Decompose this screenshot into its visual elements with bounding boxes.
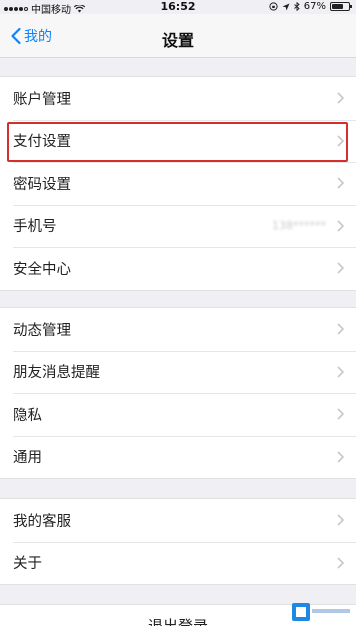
phone-number-value: 138****** [272,219,326,233]
settings-row-friend-notifications[interactable]: 朋友消息提醒 [0,350,356,394]
chevron-right-icon [337,365,344,378]
chevron-right-icon [337,92,344,104]
location-icon [282,3,290,10]
settings-group-support: 我的客服 关于 [0,498,356,585]
chevron-left-icon [11,27,21,45]
settings-row-activity-management[interactable]: 动态管理 [0,308,356,351]
settings-row-privacy[interactable]: 隐私 [0,393,356,436]
lock-rotation-icon [269,2,278,11]
chevron-right-icon [337,323,344,335]
chevron-right-icon [337,134,344,147]
row-label: 账户管理 [13,91,71,108]
row-label: 安全中心 [13,261,71,278]
row-label: 手机号 [13,219,57,236]
settings-row-general[interactable]: 通用 [0,435,356,479]
battery-icon [330,2,352,11]
navigation-bar: 我的 设置 [0,14,356,58]
settings-row-payment-settings[interactable]: 支付设置 [0,119,356,163]
row-label: 隐私 [13,407,42,424]
row-label: 通用 [13,450,42,467]
settings-row-account-management[interactable]: 账户管理 [0,77,356,120]
settings-row-phone-number[interactable]: 手机号 138****** [0,204,356,248]
watermark-mark [312,607,350,617]
chevron-right-icon [337,219,344,232]
chevron-right-icon [337,408,344,420]
chevron-right-icon [337,514,344,526]
settings-row-security-center[interactable]: 安全中心 [0,247,356,290]
bluetooth-icon [293,2,300,11]
status-bar: 中国移动 16:52 67% [0,0,356,16]
back-button[interactable]: 我的 [10,26,52,46]
chevron-right-icon [337,177,344,189]
row-label: 支付设置 [13,134,71,151]
chevron-right-icon [337,262,344,274]
row-label: 密码设置 [13,176,71,193]
watermark-logo [292,602,352,622]
row-label: 动态管理 [13,322,71,339]
settings-group-general: 动态管理 朋友消息提醒 隐私 通用 [0,307,356,479]
watermark-icon [292,603,310,621]
settings-row-password-settings[interactable]: 密码设置 [0,162,356,205]
settings-row-customer-service[interactable]: 我的客服 [0,499,356,542]
settings-row-about[interactable]: 关于 [0,541,356,585]
battery-percent: 67% [303,1,326,12]
battery-fill [332,4,343,9]
row-label: 我的客服 [13,513,71,530]
row-label: 朋友消息提醒 [13,365,100,382]
chevron-right-icon [337,556,344,569]
page-title: 设置 [161,31,194,50]
back-button-label: 我的 [24,29,52,45]
status-right: 67% [269,1,352,12]
settings-group-account: 账户管理 支付设置 密码设置 手机号 138****** 安全中心 [0,76,356,291]
chevron-right-icon [337,450,344,463]
row-label: 关于 [13,556,42,573]
